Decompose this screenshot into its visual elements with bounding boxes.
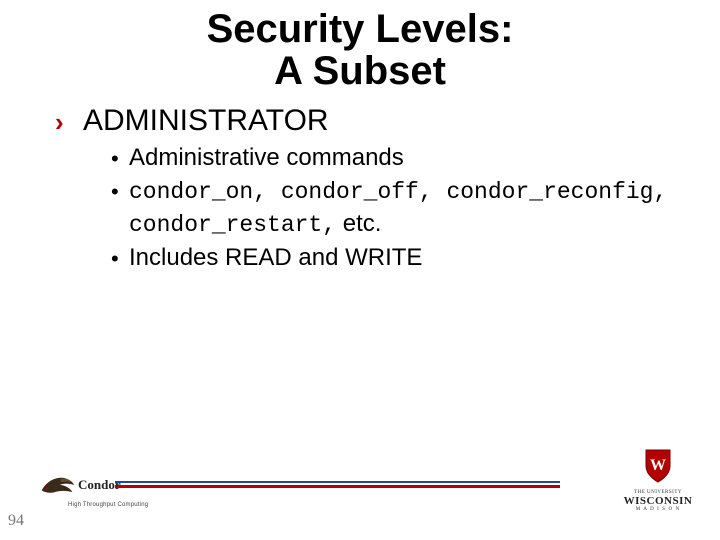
page-number: 94	[8, 512, 24, 530]
svg-text:W: W	[650, 457, 666, 474]
condor-subtitle: High Throughput Computing	[68, 502, 148, 508]
wisconsin-logo: W THE UNIVERSITY WISCONSIN M A D I S O N	[618, 448, 698, 512]
section-heading-row: › ADMINISTRATOR	[55, 102, 680, 140]
uw-line-2: WISCONSIN	[618, 495, 698, 507]
bullet-tail: etc.	[343, 210, 382, 237]
chevron-right-icon: ›	[55, 102, 83, 139]
bullet-text: condor_on, condor_off, condor_reconfig, …	[129, 175, 680, 241]
bullet-list: • Administrative commands • condor_on, c…	[55, 142, 680, 274]
divider-line-blue	[115, 481, 560, 483]
crest-icon: W	[643, 448, 673, 484]
section-heading: ADMINISTRATOR	[83, 102, 329, 140]
slide-title: Security Levels: A Subset	[0, 0, 720, 98]
divider-line-red	[115, 485, 560, 488]
title-line-2: A Subset	[20, 50, 700, 92]
list-item: • Includes READ and WRITE	[111, 242, 680, 273]
eagle-icon	[40, 472, 76, 498]
slide-content: › ADMINISTRATOR • Administrative command…	[0, 102, 720, 274]
slide: Security Levels: A Subset › ADMINISTRATO…	[0, 0, 720, 540]
bullet-icon: •	[111, 142, 129, 170]
bullet-icon: •	[111, 242, 129, 270]
uw-line-3: M A D I S O N	[618, 507, 698, 512]
list-item: • Administrative commands	[111, 142, 680, 173]
bullet-text: Administrative commands	[129, 142, 680, 173]
code-text: condor_on, condor_off, condor_reconfig, …	[129, 179, 667, 238]
bullet-icon: •	[111, 175, 129, 203]
divider	[115, 481, 560, 488]
slide-footer: Condor High Throughput Computing W THE U…	[0, 460, 720, 530]
bullet-text: Includes READ and WRITE	[129, 242, 680, 273]
title-line-1: Security Levels:	[20, 8, 700, 50]
list-item: • condor_on, condor_off, condor_reconfig…	[111, 175, 680, 241]
